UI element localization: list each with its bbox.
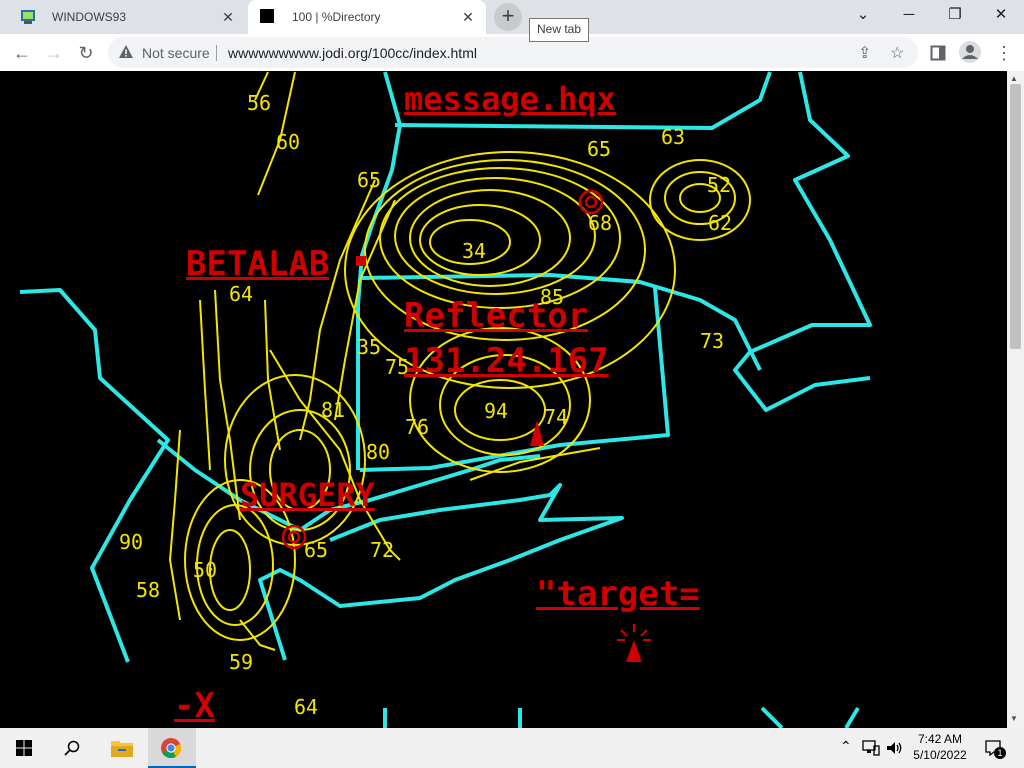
url-text[interactable]: wwwwwwwww.jodi.org/100cc/index.html <box>228 45 477 61</box>
tab-directory[interactable]: 100 | %Directory ✕ <box>248 0 486 34</box>
notification-center-button[interactable]: 1 <box>985 740 1006 759</box>
elevation-number: 90 <box>119 530 144 554</box>
profile-avatar-icon[interactable] <box>959 41 981 63</box>
elevation-number: 52 <box>707 173 732 197</box>
windows-logo-icon <box>16 740 32 756</box>
message-hqx-link[interactable]: message.hqx <box>404 83 616 115</box>
browser-menu-icon[interactable]: ⋮ <box>990 39 1018 67</box>
reflector-link[interactable]: Reflector <box>404 299 588 333</box>
elevation-number: 65 <box>587 137 612 161</box>
elevation-number: 65 <box>304 538 329 562</box>
system-clock[interactable]: 7:42 AM 5/10/2022 <box>910 731 970 763</box>
tab-title: 100 | %Directory <box>292 10 381 24</box>
address-bar[interactable]: Not secure wwwwwwwww.jodi.org/100cc/inde… <box>108 37 918 68</box>
tab-close-icon[interactable]: ✕ <box>218 7 238 27</box>
tab-title: WINDOWS93 <box>52 10 127 24</box>
elevation-number: 35 <box>357 335 382 359</box>
tab-search-icon[interactable]: ⌄ <box>840 0 886 30</box>
elevation-number: 94 <box>484 399 509 423</box>
windows93-favicon-icon <box>21 10 35 24</box>
windows-taskbar: ⌃ 7:42 AM 5/10/2022 1 <box>0 728 1024 768</box>
new-tab-tooltip: New tab <box>529 18 590 42</box>
elevation-number: 68 <box>588 211 613 235</box>
elevation-number: 72 <box>370 538 395 562</box>
ip-address-link[interactable]: 131.24.167 <box>404 344 609 378</box>
clock-time: 7:42 AM <box>917 732 963 746</box>
search-icon <box>64 740 80 756</box>
folder-icon <box>111 741 133 757</box>
tab-windows93[interactable]: WINDOWS93 ✕ <box>8 0 246 34</box>
back-button[interactable]: ← <box>8 39 36 67</box>
scroll-down-icon[interactable]: ▼ <box>1010 714 1018 723</box>
elevation-number: 56 <box>247 91 272 115</box>
elevation-number: 76 <box>405 415 430 439</box>
elevation-number: 63 <box>661 125 686 149</box>
minus-x-link[interactable]: -X <box>174 689 215 723</box>
cyan-border-lines <box>19 71 872 728</box>
elevation-number: 80 <box>366 440 391 464</box>
elevation-number: 64 <box>229 282 254 306</box>
surgery-link[interactable]: SURGERY <box>240 479 375 511</box>
side-panel-icon[interactable] <box>930 45 946 61</box>
scroll-up-icon[interactable]: ▲ <box>1010 74 1018 83</box>
elevation-number: 65 <box>357 168 382 192</box>
elevation-number: 60 <box>276 130 301 154</box>
close-window-button[interactable]: ✕ <box>978 0 1024 30</box>
elevation-number: 74 <box>544 405 569 429</box>
elevation-number: 73 <box>700 329 725 353</box>
elevation-number: 81 <box>321 398 346 422</box>
elevation-number: 34 <box>462 239 487 263</box>
elevation-number: 58 <box>136 578 161 602</box>
elevation-number: 62 <box>708 211 733 235</box>
volume-icon[interactable] <box>886 740 904 756</box>
start-button[interactable] <box>0 728 48 768</box>
target-link[interactable]: "target= <box>536 577 700 611</box>
tab-close-icon[interactable]: ✕ <box>458 7 478 27</box>
minimize-button[interactable]: ─ <box>886 0 932 30</box>
forward-button[interactable]: → <box>40 39 68 67</box>
page-content: 56 60 65 65 63 52 62 68 34 64 85 35 73 7… <box>0 71 1007 728</box>
search-button[interactable] <box>48 728 96 768</box>
black-square-favicon-icon <box>260 9 274 23</box>
chrome-icon <box>161 738 182 759</box>
file-explorer-button[interactable] <box>98 728 146 768</box>
elevation-number: 64 <box>294 695 319 719</box>
elevation-number: 50 <box>193 558 218 582</box>
new-tab-button[interactable]: + <box>494 3 522 31</box>
tab-strip: WINDOWS93 ✕ 100 | %Directory ✕ + ⌄ ─ ❐ ✕ <box>0 0 1024 34</box>
browser-toolbar: ← → ↻ Not secure wwwwwwwww.jodi.org/100c… <box>0 34 1024 72</box>
chrome-taskbar-button[interactable] <box>148 728 196 768</box>
scrollbar-thumb[interactable] <box>1010 84 1021 349</box>
clock-date: 5/10/2022 <box>913 748 967 762</box>
betalab-link[interactable]: BETALAB <box>186 247 329 281</box>
security-status[interactable]: Not secure <box>142 45 210 61</box>
reload-button[interactable]: ↻ <box>72 39 100 67</box>
omnibox-divider <box>216 45 217 61</box>
bookmark-star-icon[interactable]: ☆ <box>890 43 904 63</box>
vertical-scrollbar[interactable]: ▲ ▼ <box>1007 71 1024 728</box>
warning-icon[interactable] <box>118 44 134 60</box>
elevation-number: 59 <box>229 650 254 674</box>
show-hidden-icons-icon[interactable]: ⌃ <box>840 738 852 755</box>
share-icon[interactable]: ⇪ <box>858 43 871 63</box>
notification-count-badge: 1 <box>994 747 1006 759</box>
maximize-button[interactable]: ❐ <box>932 0 978 30</box>
network-icon[interactable] <box>862 740 880 756</box>
